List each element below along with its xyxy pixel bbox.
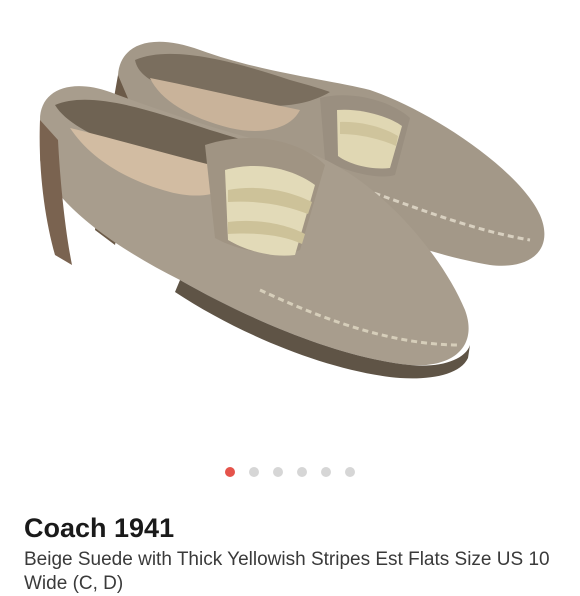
product-image[interactable] bbox=[0, 0, 580, 455]
carousel-dot-3[interactable] bbox=[273, 467, 283, 477]
listing-brand[interactable]: Coach 1941 bbox=[24, 513, 174, 544]
carousel-dot-2[interactable] bbox=[249, 467, 259, 477]
carousel-dot-1[interactable] bbox=[225, 467, 235, 477]
carousel-dot-4[interactable] bbox=[297, 467, 307, 477]
image-carousel-dots bbox=[0, 465, 580, 479]
loafer-shoes-photo bbox=[39, 41, 545, 379]
carousel-dot-6[interactable] bbox=[345, 467, 355, 477]
listing-title: Beige Suede with Thick Yellowish Stripes… bbox=[24, 549, 550, 594]
carousel-dot-5[interactable] bbox=[321, 467, 331, 477]
